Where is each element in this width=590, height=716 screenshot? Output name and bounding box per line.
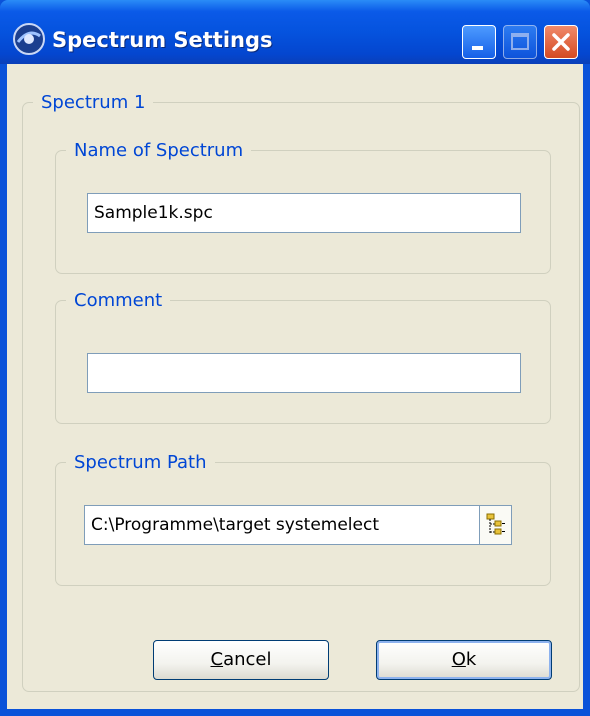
- maximize-button[interactable]: [503, 25, 537, 59]
- close-button[interactable]: [544, 25, 578, 59]
- comment-label: Comment: [74, 290, 163, 311]
- minimize-button[interactable]: [462, 25, 496, 59]
- spectrum-name-input[interactable]: Sample1k.spc: [87, 193, 521, 233]
- spectrum-path-input[interactable]: C:\Programme\target systemelect: [84, 505, 480, 545]
- window-title: Spectrum Settings: [52, 28, 273, 52]
- spectrum-path-label: Spectrum Path: [74, 452, 207, 473]
- cancel-label: ancel: [223, 649, 272, 670]
- name-of-spectrum-label: Name of Spectrum: [74, 140, 244, 161]
- browse-path-button[interactable]: [479, 505, 512, 545]
- ok-button[interactable]: Ok: [376, 640, 552, 680]
- ok-label: k: [465, 649, 477, 670]
- comment-input[interactable]: [87, 353, 521, 393]
- ok-mnemonic: O: [451, 649, 466, 670]
- title-bar[interactable]: Spectrum Settings: [0, 0, 590, 64]
- folder-tree-icon: [486, 513, 505, 535]
- dialog-window: Spectrum Settings Spectrum 1 Name of Spe…: [0, 0, 590, 716]
- dialog-body: Spectrum 1 Name of Spectrum Sample1k.spc…: [7, 64, 583, 709]
- cancel-button[interactable]: Cancel: [153, 640, 329, 680]
- maximize-icon: [511, 33, 529, 50]
- cancel-mnemonic: C: [210, 649, 224, 670]
- minimize-icon: [472, 46, 483, 50]
- spectrum-group-title: Spectrum 1: [41, 92, 146, 113]
- app-icon: [13, 23, 45, 55]
- close-icon: [552, 33, 570, 51]
